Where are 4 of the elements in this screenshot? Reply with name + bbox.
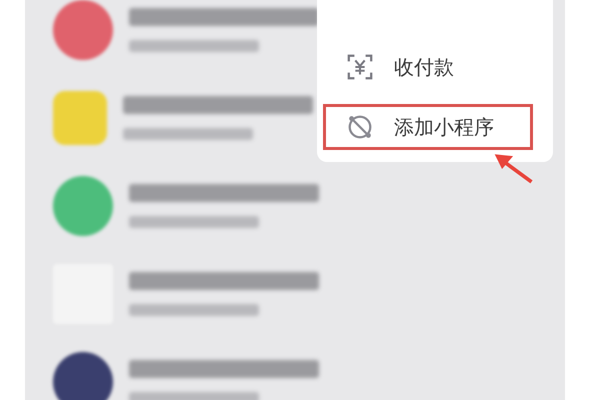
scan-payment-icon [346,53,374,81]
menu-item[interactable]: 添加小程序 [323,104,533,150]
mini-program-icon [346,113,374,141]
menu-item[interactable]: 收付款 [323,44,533,90]
